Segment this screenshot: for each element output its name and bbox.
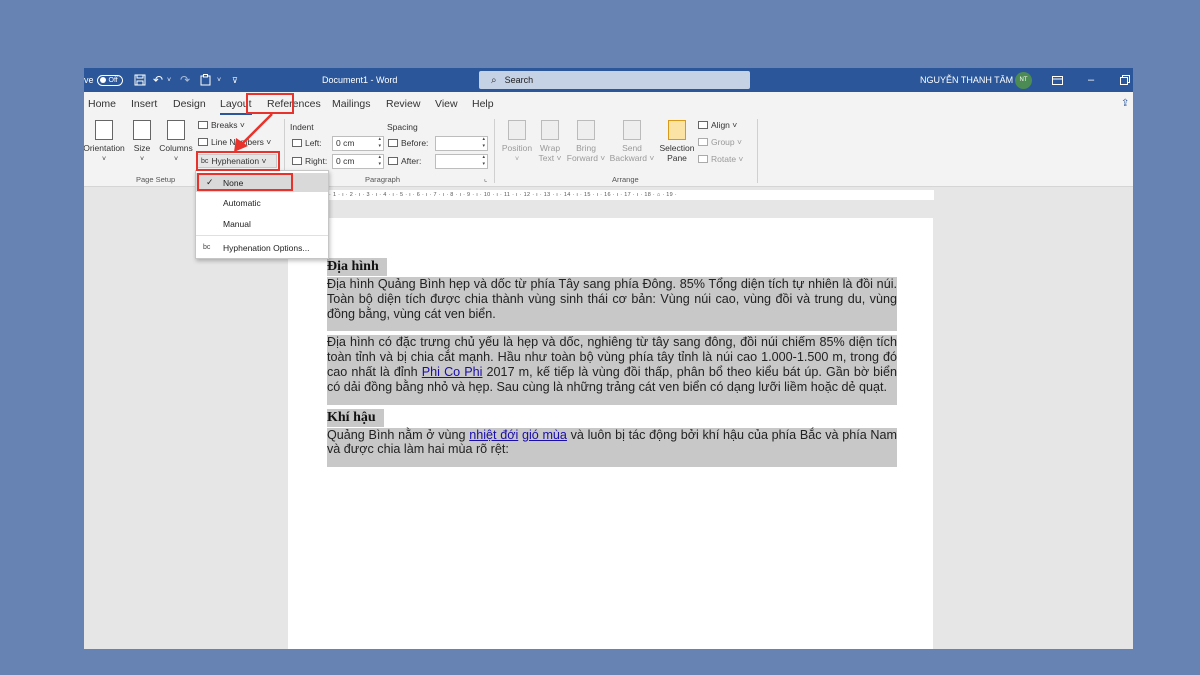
bring-forward-icon (577, 120, 595, 140)
paragraph-group-label: Paragraph (365, 175, 401, 184)
send-backward-icon (623, 120, 641, 140)
wrap-text-icon (541, 120, 559, 140)
group-button[interactable]: Group ˅ (698, 137, 742, 147)
rotate-button[interactable]: Rotate ˅ (698, 154, 743, 164)
spacing-after-label: After: (388, 156, 421, 166)
menu-item-automatic[interactable]: Automatic (196, 193, 328, 212)
position-button[interactable]: Position ˅ (499, 120, 535, 163)
link-nhiet-doi[interactable]: nhiệt đới (469, 428, 518, 442)
link-phi-co-phi[interactable]: Phi Co Phi (422, 365, 483, 379)
spacing-label: Spacing (387, 122, 418, 132)
avatar[interactable]: NT (1015, 71, 1032, 89)
tab-view[interactable]: View (435, 98, 458, 110)
spacing-after-icon (388, 157, 398, 165)
group-icon (698, 138, 708, 146)
spacing-before-icon (388, 139, 398, 147)
send-backward-button[interactable]: Send Backward ˅ (607, 120, 657, 163)
paragraph-launcher-icon[interactable]: ⌞ (484, 175, 487, 183)
share-icon[interactable]: ⇪ (1121, 98, 1129, 109)
word-window: ve Off ↶ ˅ ↷ ˅ ⊽ Document1 - Word ⌕ Sear… (84, 68, 1133, 649)
minimize-icon[interactable]: – (1088, 68, 1094, 92)
hyphenation-options-icon: bc (203, 244, 211, 251)
paragraph: Địa hình có đặc trưng chủ yếu là hẹp và … (327, 335, 897, 405)
wrap-text-button[interactable]: Wrap Text ˅ (534, 120, 566, 163)
search-placeholder: Search (504, 75, 534, 85)
tab-review[interactable]: Review (386, 98, 420, 110)
align-icon (698, 121, 708, 129)
annotation-arrow-icon (234, 113, 273, 152)
horizontal-ruler[interactable]: · 1 · ı · 2 · ı · 3 · ı · 4 · ı · 5 · ı … (329, 190, 934, 200)
paragraph: Quảng Bình nằm ở vùng nhiệt đới gió mùa … (327, 427, 897, 468)
ribbon-display-icon[interactable] (1052, 68, 1063, 92)
selection-pane-button[interactable]: Selection Pane (656, 120, 698, 163)
group-divider (757, 119, 758, 183)
selection-pane-icon (668, 120, 686, 140)
arrange-group-label: Arrange (612, 175, 639, 184)
menu-item-manual[interactable]: Manual (196, 214, 328, 233)
spacing-after-input[interactable] (435, 154, 488, 169)
align-button[interactable]: Align ˅ (698, 120, 737, 130)
restore-icon[interactable] (1120, 68, 1130, 92)
search-icon: ⌕ (491, 74, 497, 86)
document-content[interactable]: Địa hình Địa hình Quảng Bình hẹp và dốc … (327, 258, 897, 471)
bring-forward-button[interactable]: Bring Forward ˅ (565, 120, 607, 163)
heading-khi-hau: Khí hậu (327, 408, 384, 427)
link-gio-mua[interactable]: gió mùa (522, 428, 567, 442)
rotate-icon (698, 155, 708, 163)
search-box[interactable]: ⌕ Search (479, 71, 750, 89)
position-icon (508, 120, 526, 140)
heading-dia-hinh: Địa hình (327, 258, 387, 276)
spacing-before-input[interactable] (435, 136, 488, 151)
group-divider (494, 119, 495, 183)
menu-item-hyphenation-options[interactable]: bc Hyphenation Options... (196, 238, 328, 257)
user-name[interactable]: NGUYỄN THANH TÂM (920, 68, 1013, 92)
document-page[interactable]: Địa hình Địa hình Quảng Bình hẹp và dốc … (288, 218, 933, 649)
tab-help[interactable]: Help (472, 98, 494, 110)
menu-divider (196, 235, 328, 236)
paragraph: Địa hình Quảng Bình hẹp và dốc từ phía T… (327, 277, 897, 332)
spacing-before-label: Before: (388, 138, 428, 148)
